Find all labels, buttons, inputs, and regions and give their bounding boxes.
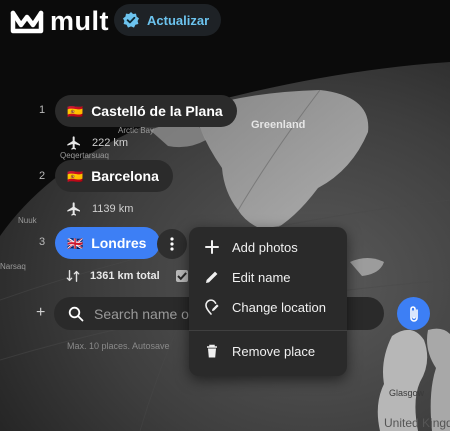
place-index: 3 (39, 236, 46, 248)
app-screen: Greenland Arctic Bay Qeqertarsuaq Nuuk N… (0, 0, 450, 431)
map-label-narsaq: Narsaq (0, 262, 26, 271)
add-place-plus-icon[interactable]: + (36, 304, 45, 322)
menu-item-label: Edit name (232, 269, 291, 285)
swap-vertical-icon (66, 270, 80, 282)
place-name: Castelló de la Plana (91, 103, 223, 119)
helper-text: Max. 10 places. Autosave (67, 341, 170, 351)
paperclip-icon (409, 305, 418, 322)
menu-item-label: Remove place (232, 343, 316, 359)
leg-distance: 222 km (92, 137, 129, 149)
menu-item-remove-place[interactable]: Remove place (189, 337, 347, 365)
search-icon (68, 306, 84, 321)
flag-spain-icon: 🇪🇸 (67, 103, 84, 119)
transit-leg[interactable]: 1139 km (66, 201, 133, 217)
total-distance: 1361 km total (90, 270, 160, 282)
plus-icon (205, 240, 219, 254)
place-context-menu: Add photos Edit name Change location Rem… (189, 227, 347, 376)
map-label-united-kingdom: United Kingdom (384, 416, 450, 430)
place-pill-londres[interactable]: 🇬🇧 Londres (55, 227, 161, 259)
menu-item-label: Add photos (232, 239, 298, 255)
map-label-nuuk: Nuuk (18, 216, 37, 225)
pencil-icon (206, 271, 218, 283)
check-icon (176, 272, 187, 281)
attach-button[interactable] (397, 297, 430, 330)
place-index: 1 (39, 104, 46, 116)
menu-divider (189, 330, 347, 331)
place-pill-barcelona[interactable]: 🇪🇸 Barcelona (55, 160, 173, 192)
place-name: Londres (91, 235, 147, 251)
more-options-button[interactable] (157, 229, 187, 259)
menu-item-add-photos[interactable]: Add photos (189, 233, 347, 261)
logo-icon (10, 10, 44, 33)
place-pill-castello[interactable]: 🇪🇸 Castelló de la Plana (55, 95, 237, 127)
place-name: Barcelona (91, 168, 159, 184)
brand-name: mult (50, 6, 109, 36)
location-edit-icon (205, 299, 219, 315)
flag-uk-icon: 🇬🇧 (67, 235, 84, 251)
app-logo[interactable]: mult (10, 6, 109, 37)
upgrade-button[interactable]: Actualizar (114, 4, 222, 36)
transit-leg[interactable]: 222 km (66, 135, 128, 151)
verified-badge-icon (123, 12, 139, 28)
map-label-greenland: Greenland (251, 119, 306, 131)
round-trip-checkbox[interactable] (175, 270, 188, 282)
more-vertical-icon (170, 237, 174, 251)
airplane-icon (67, 136, 80, 150)
map-label-qeqertarsuaq: Qeqertarsuaq (60, 151, 109, 160)
flag-spain-icon: 🇪🇸 (67, 168, 84, 184)
map-label-arctic-bay: Arctic Bay (118, 126, 155, 135)
leg-distance: 1139 km (92, 203, 134, 215)
place-index: 2 (39, 170, 46, 182)
trash-icon (207, 344, 217, 358)
airplane-icon (67, 202, 80, 216)
upgrade-label: Actualizar (147, 12, 210, 28)
menu-item-edit-name[interactable]: Edit name (189, 263, 347, 291)
total-distance-row: 1361 km total (66, 269, 188, 283)
menu-item-change-location[interactable]: Change location (189, 293, 347, 321)
map-label-glasgow: Glasgow (389, 388, 425, 398)
menu-item-label: Change location (232, 299, 326, 315)
